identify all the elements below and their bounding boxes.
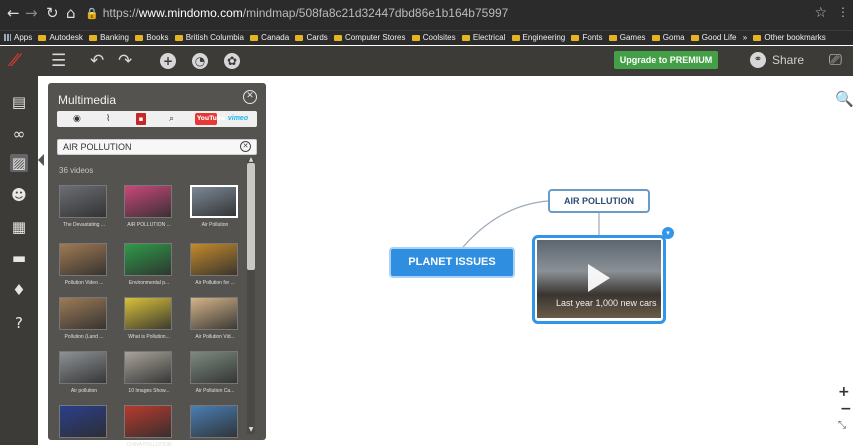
video-title: Air Pollution for ... <box>195 280 235 286</box>
video-title: 10 Images Show... <box>128 388 170 394</box>
search-value: AIR POLLUTION <box>63 142 132 152</box>
vimeo-tab[interactable]: vimeo <box>225 113 251 125</box>
video-title: Air Pollution Vid... <box>195 334 235 340</box>
attach-icon[interactable]: ⌇ <box>106 113 110 125</box>
scrollbar-thumb[interactable] <box>247 163 255 270</box>
video-title: Air Pollution <box>201 222 229 228</box>
panel-title: Multimedia <box>58 93 117 107</box>
video-title: Pollution Video ... <box>64 280 104 286</box>
comments-icon[interactable]: ▬ <box>10 249 28 267</box>
zoom-out-icon[interactable]: − <box>840 401 852 417</box>
video-thumbnail-image[interactable] <box>59 243 107 276</box>
video-thumbnail-item[interactable] <box>59 405 107 442</box>
panel-pointer <box>38 154 44 166</box>
video-thumbnail-item[interactable]: CHINA POLLUTION <box>124 405 172 448</box>
video-thumbnail-image[interactable] <box>124 297 172 330</box>
video-thumbnail-image[interactable] <box>59 405 107 438</box>
video-thumbnail-item[interactable]: Air pollution <box>59 351 107 394</box>
video-thumbnail-image[interactable] <box>124 185 172 218</box>
link-icon[interactable]: ∞ <box>10 125 28 143</box>
video-title: Air Pollution Ca... <box>195 388 235 394</box>
left-sidebar: ▤ ∞ ▨ ☻ ▦ ▬ ♦ ? <box>0 76 38 445</box>
video-thumbnail-image[interactable] <box>190 243 238 276</box>
video-thumbnail-image[interactable] <box>59 351 107 384</box>
video-thumbnail-image[interactable] <box>59 185 107 218</box>
fit-screen-icon[interactable]: ⤡ <box>838 420 846 431</box>
video-thumbnail-image[interactable] <box>190 351 238 384</box>
clear-search-icon[interactable]: ✕ <box>240 141 251 152</box>
video-caption: Last year 1,000 new cars <box>556 298 657 308</box>
help-icon[interactable]: ? <box>10 314 28 332</box>
video-title: Air pollution <box>70 388 98 394</box>
video-thumbnail-item[interactable]: The Devastating ... <box>59 185 107 228</box>
video-thumbnail-item[interactable]: Air Pollution <box>190 185 238 228</box>
video-thumbnail-item[interactable]: 10 Images Show... <box>124 351 172 394</box>
video-thumbnail-item[interactable] <box>190 405 238 442</box>
play-icon[interactable] <box>588 264 610 292</box>
photo-source-icon[interactable]: ◉ <box>73 113 81 125</box>
zoom-in-icon[interactable]: + <box>838 384 850 400</box>
video-thumbnail-image[interactable] <box>190 185 238 218</box>
idea-icon[interactable]: ♦ <box>10 281 28 299</box>
video-title: Environmental p... <box>128 280 170 286</box>
subtopic-air-pollution[interactable]: AIR POLLUTION <box>548 189 650 213</box>
scroll-up-icon[interactable]: ▲ <box>247 157 255 163</box>
scroll-down-icon[interactable]: ▼ <box>247 427 255 433</box>
multimedia-icon[interactable]: ▨ <box>10 154 28 172</box>
video-title: CHINA POLLUTION <box>126 442 172 448</box>
video-thumbnail-item[interactable]: Environmental p... <box>124 243 172 286</box>
video-thumbnail-image[interactable] <box>190 297 238 330</box>
smiley-icon[interactable]: ☻ <box>10 186 28 204</box>
video-thumbnail-item[interactable]: Air Pollution Vid... <box>190 297 238 340</box>
video-thumbnail-item[interactable]: What is Pollution... <box>124 297 172 340</box>
video-title: What is Pollution... <box>128 334 170 340</box>
video-title: AIR POLLUTION ... <box>127 222 171 228</box>
video-search-input[interactable]: AIR POLLUTION ✕ <box>57 139 257 155</box>
video-title: Pollution (Land ... <box>64 334 104 340</box>
video-thumbnail-image[interactable] <box>59 297 107 330</box>
node-menu-chevron-icon[interactable]: ▾ <box>662 227 674 239</box>
video-thumbnail-item[interactable]: Pollution Video ... <box>59 243 107 286</box>
video-thumbnail-item[interactable]: AIR POLLUTION ... <box>124 185 172 228</box>
video-thumbnail-item[interactable]: Air Pollution for ... <box>190 243 238 286</box>
video-thumbnail-image[interactable] <box>124 351 172 384</box>
video-title: The Devastating ... <box>63 222 105 228</box>
flag-source-icon[interactable]: ▪ <box>136 113 146 125</box>
youtube-tab[interactable]: YouTube <box>195 113 225 125</box>
central-topic[interactable]: PLANET ISSUES <box>389 247 515 278</box>
close-icon[interactable]: ✕ <box>243 90 257 104</box>
video-thumbnail-item[interactable]: Air Pollution Ca... <box>190 351 238 394</box>
video-thumbnail-image[interactable] <box>190 405 238 438</box>
video-thumbnail-image[interactable] <box>124 405 172 438</box>
multimedia-panel: Multimedia ✕ ◉ ⌇ ▪ ⌕ YouTube vimeo AIR P… <box>48 83 266 448</box>
outline-icon[interactable]: ▤ <box>10 93 28 111</box>
source-tabs: ◉ ⌇ ▪ ⌕ YouTube vimeo <box>57 111 257 127</box>
video-thumbnail-item[interactable]: Pollution (Land ... <box>59 297 107 340</box>
results-count: 36 videos <box>59 166 94 175</box>
search-source-icon[interactable]: ⌕ <box>169 113 174 125</box>
video-thumbnail-image[interactable] <box>124 243 172 276</box>
notes-icon[interactable]: ▦ <box>10 218 28 236</box>
